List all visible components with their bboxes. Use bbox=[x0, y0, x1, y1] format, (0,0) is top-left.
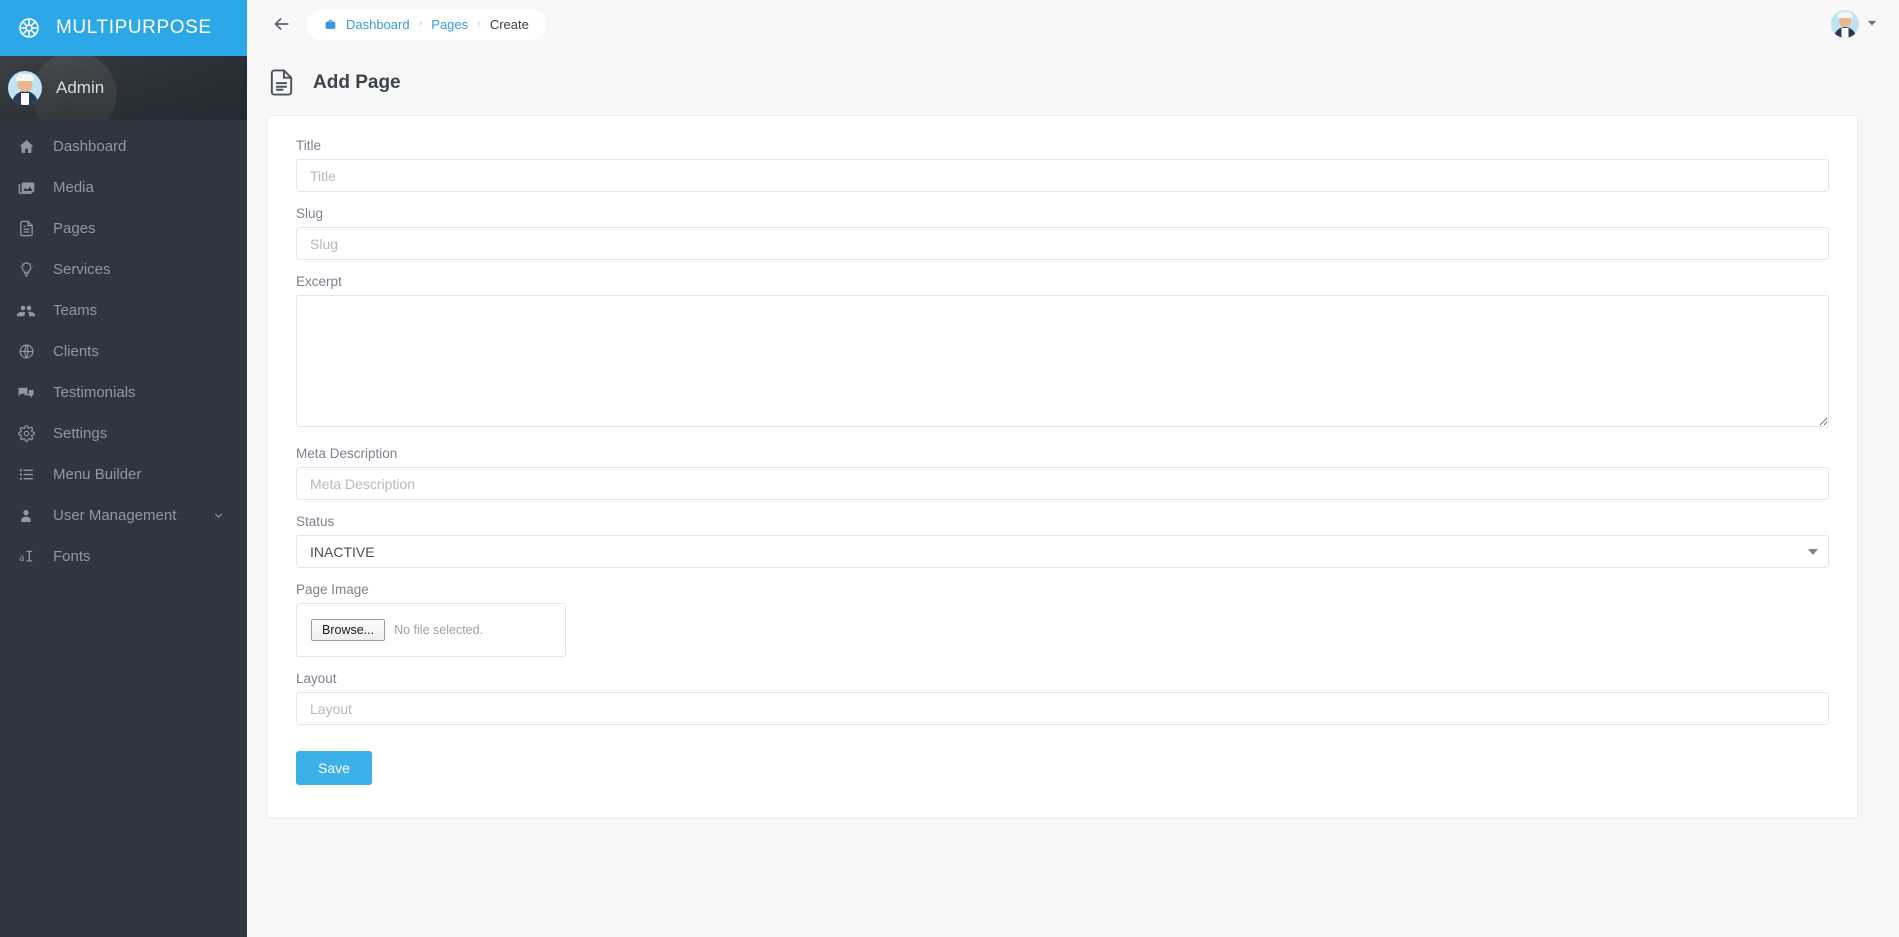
page-header: Add Page bbox=[247, 48, 1899, 115]
breadcrumb: Dashboard › Pages › Create bbox=[307, 8, 546, 40]
sidebar-item-user-management[interactable]: User Management bbox=[0, 495, 247, 536]
sidebar-item-label: Clients bbox=[53, 343, 99, 360]
sidebar-item-label: Teams bbox=[53, 302, 98, 319]
font-icon: a bbox=[16, 548, 36, 565]
sidebar-item-label: Fonts bbox=[53, 548, 91, 565]
field-slug: Slug bbox=[296, 206, 1829, 260]
brand-header[interactable]: MULTIPURPOSE bbox=[0, 0, 247, 56]
excerpt-textarea[interactable] bbox=[296, 295, 1829, 427]
field-label: Status bbox=[296, 514, 335, 529]
avatar bbox=[8, 71, 42, 105]
sidebar-item-services[interactable]: Services bbox=[0, 249, 247, 290]
sidebar-item-label: Testimonials bbox=[53, 384, 136, 401]
breadcrumb-separator: › bbox=[477, 18, 481, 30]
sidebar-item-label: Settings bbox=[53, 425, 108, 442]
breadcrumb-item-pages[interactable]: Pages bbox=[431, 17, 468, 32]
user-panel[interactable]: Admin bbox=[0, 56, 247, 120]
image-icon bbox=[16, 179, 36, 196]
title-input[interactable] bbox=[296, 159, 1829, 192]
arrow-left-icon[interactable] bbox=[265, 7, 299, 41]
status-select-wrap: INACTIVE ACTIVE bbox=[296, 535, 1829, 568]
breadcrumb-separator: › bbox=[418, 18, 423, 30]
field-status: Status INACTIVE ACTIVE bbox=[296, 514, 1829, 568]
save-button[interactable]: Save bbox=[296, 751, 372, 785]
ship-wheel-icon bbox=[16, 15, 42, 41]
field-meta-description: Meta Description bbox=[296, 446, 1829, 500]
sidebar-item-label: Services bbox=[53, 261, 111, 278]
sidebar-item-teams[interactable]: Teams bbox=[0, 290, 247, 331]
sidebar-item-pages[interactable]: Pages bbox=[0, 208, 247, 249]
field-label: Page Image bbox=[296, 582, 369, 597]
page-title: Add Page bbox=[313, 71, 401, 93]
sidebar-item-label: Dashboard bbox=[53, 138, 127, 155]
avatar[interactable] bbox=[1831, 10, 1859, 38]
sidebar-item-label: Menu Builder bbox=[53, 466, 142, 483]
chevron-down-icon[interactable] bbox=[1867, 18, 1877, 30]
slug-input[interactable] bbox=[296, 227, 1829, 260]
breadcrumb-item-create: Create bbox=[489, 16, 529, 32]
sidebar-item-testimonials[interactable]: Testimonials bbox=[0, 372, 247, 413]
lightbulb-icon bbox=[16, 261, 36, 278]
main-content: Dashboard › Pages › Create Add Page Titl… bbox=[247, 0, 1899, 937]
sidebar-item-clients[interactable]: Clients bbox=[0, 331, 247, 372]
topbar: Dashboard › Pages › Create bbox=[247, 0, 1899, 48]
field-excerpt: Excerpt bbox=[296, 274, 1829, 432]
layout-input[interactable] bbox=[296, 692, 1829, 725]
document-icon bbox=[267, 68, 296, 97]
browse-button[interactable]: Browse... bbox=[311, 619, 386, 641]
file-upload-box[interactable]: Browse... No file selected. bbox=[296, 603, 566, 657]
meta-description-input[interactable] bbox=[296, 467, 1829, 500]
sidebar-item-menu-builder[interactable]: Menu Builder bbox=[0, 454, 247, 495]
sidebar-item-label: User Management bbox=[53, 507, 177, 524]
sidebar-item-dashboard[interactable]: Dashboard bbox=[0, 126, 247, 167]
briefcase-icon bbox=[324, 18, 337, 31]
field-layout: Layout bbox=[296, 671, 1829, 725]
chevron-down-icon[interactable] bbox=[212, 509, 225, 522]
breadcrumb-item-dashboard[interactable]: Dashboard bbox=[346, 17, 410, 32]
form-actions: Save bbox=[296, 751, 1829, 785]
sidebar-nav: Dashboard Media Pages Services Teams Cli… bbox=[0, 120, 247, 577]
user-name: Admin bbox=[56, 78, 105, 97]
globe-icon bbox=[16, 343, 36, 360]
status-select[interactable]: INACTIVE ACTIVE bbox=[296, 535, 1829, 568]
brand-name: MULTIPURPOSE bbox=[56, 17, 212, 38]
file-text-icon bbox=[16, 220, 36, 237]
field-label: Title bbox=[296, 138, 322, 153]
gear-icon bbox=[16, 425, 36, 442]
field-title: Title bbox=[296, 138, 1829, 192]
field-label: Slug bbox=[296, 206, 324, 221]
field-page-image: Page Image Browse... No file selected. bbox=[296, 582, 1829, 657]
field-label: Layout bbox=[296, 671, 337, 686]
sidebar-item-label: Pages bbox=[53, 220, 96, 237]
add-page-form: Title Slug Excerpt Meta Description Stat… bbox=[267, 115, 1858, 818]
sidebar-item-fonts[interactable]: a Fonts bbox=[0, 536, 247, 577]
home-icon bbox=[16, 138, 36, 155]
sidebar: MULTIPURPOSE Admin Dashboard Media Pages… bbox=[0, 0, 247, 937]
list-icon bbox=[16, 466, 36, 483]
sidebar-item-settings[interactable]: Settings bbox=[0, 413, 247, 454]
comments-icon bbox=[16, 384, 36, 402]
field-label: Meta Description bbox=[296, 446, 398, 461]
sidebar-item-label: Media bbox=[53, 179, 94, 196]
svg-text:a: a bbox=[19, 552, 24, 564]
users-icon bbox=[16, 302, 36, 320]
field-label: Excerpt bbox=[296, 274, 342, 289]
file-status-text: No file selected. bbox=[394, 623, 484, 637]
app-root: MULTIPURPOSE Admin Dashboard Media Pages… bbox=[0, 0, 1899, 937]
user-icon bbox=[16, 508, 36, 524]
sidebar-item-media[interactable]: Media bbox=[0, 167, 247, 208]
